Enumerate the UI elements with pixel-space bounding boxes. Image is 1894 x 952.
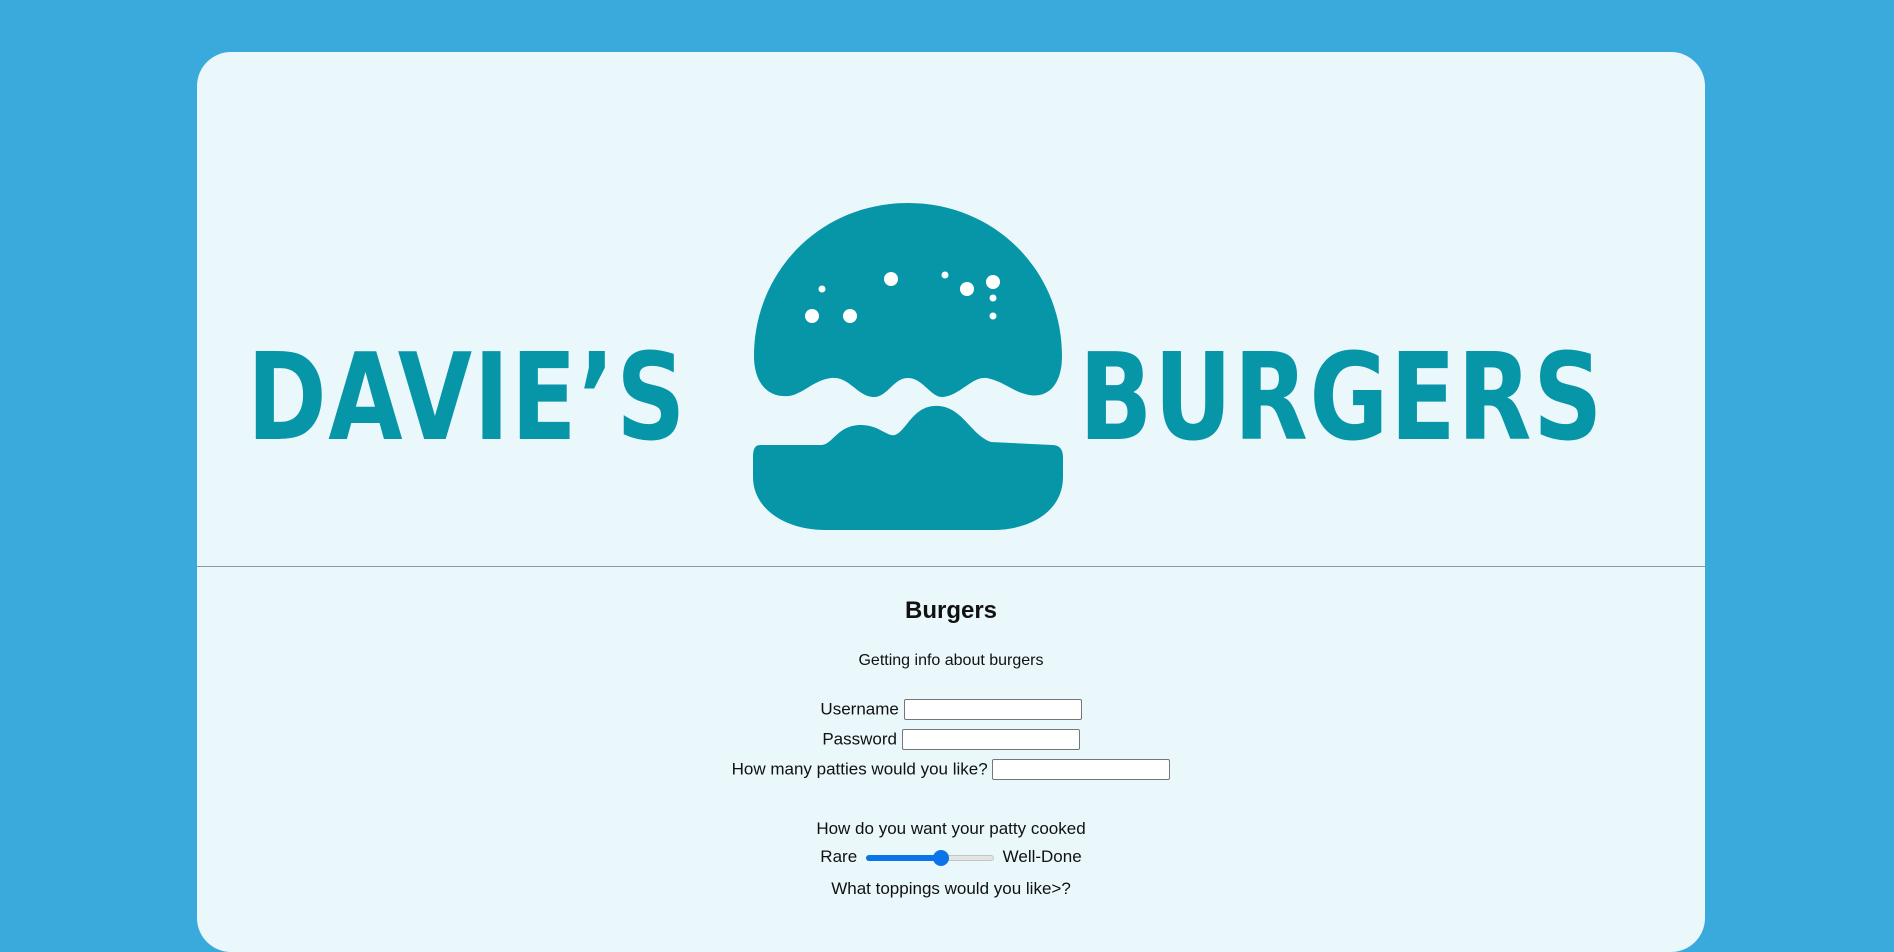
patties-row: How many patties would you like? <box>197 759 1705 781</box>
logo-graphic: DAVIE’S BURGERS <box>247 203 1604 530</box>
cooked-question: How do you want your patty cooked <box>816 819 1086 838</box>
doneness-slider[interactable] <box>865 849 994 867</box>
username-input[interactable] <box>903 699 1082 721</box>
slider-thumb[interactable] <box>933 849 950 866</box>
header-divider <box>197 566 1705 567</box>
brand-logo: DAVIE’S BURGERS <box>197 52 1705 566</box>
logo-text-burgers: BURGERS <box>1079 329 1604 468</box>
password-row: Password <box>197 729 1705 751</box>
main-card: DAVIE’S BURGERS Burgers Getting info abo… <box>197 52 1705 952</box>
password-input[interactable] <box>901 729 1080 751</box>
burger-icon <box>753 203 1063 530</box>
page-description: Getting info about burgers <box>858 652 1044 669</box>
toppings-question: What toppings would you like>? <box>831 879 1071 898</box>
patties-label: How many patties would you like? <box>731 759 988 779</box>
password-label: Password <box>822 729 897 749</box>
slider-max-label: Well-Done <box>1002 847 1082 866</box>
username-row: Username <box>197 699 1705 721</box>
doneness-row: Rare Well-Done <box>197 847 1705 867</box>
patties-input[interactable] <box>992 759 1171 781</box>
slider-fill <box>865 854 942 861</box>
slider-min-label: Rare <box>820 847 858 866</box>
logo-text-davies: DAVIE’S <box>247 329 687 468</box>
page-title: Burgers <box>904 597 998 624</box>
username-label: Username <box>820 699 899 719</box>
